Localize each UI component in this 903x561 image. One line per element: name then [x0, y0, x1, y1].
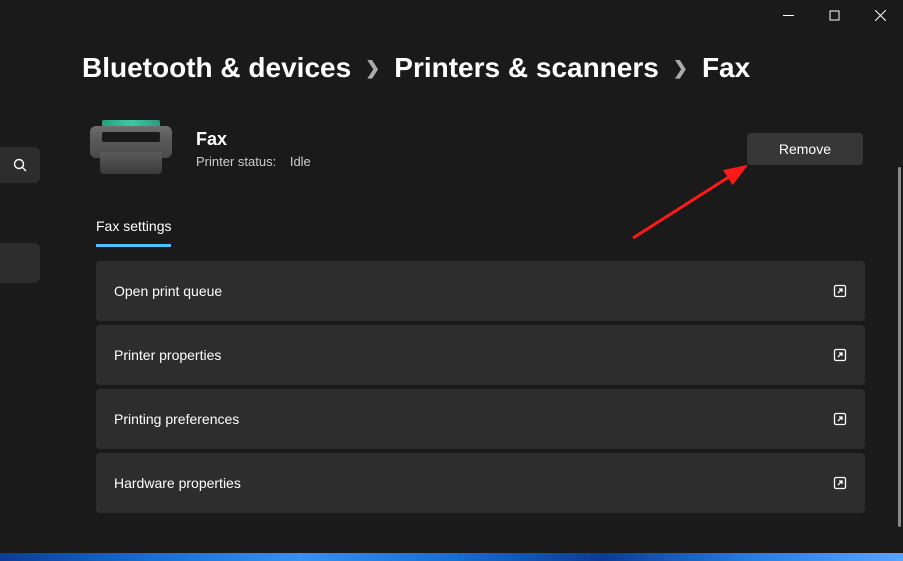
setting-printing-preferences[interactable]: Printing preferences	[96, 389, 865, 449]
nav-item[interactable]	[0, 243, 40, 283]
breadcrumb-current: Fax	[702, 52, 750, 84]
open-external-icon	[833, 476, 847, 490]
status-value: Idle	[290, 154, 311, 169]
open-external-icon	[833, 284, 847, 298]
open-external-icon	[833, 412, 847, 426]
scrollbar[interactable]	[898, 167, 901, 527]
breadcrumb-printers-scanners[interactable]: Printers & scanners	[394, 52, 659, 84]
setting-label: Hardware properties	[114, 475, 241, 491]
setting-open-print-queue[interactable]: Open print queue	[96, 261, 865, 321]
setting-label: Printing preferences	[114, 411, 239, 427]
setting-label: Open print queue	[114, 283, 222, 299]
device-header: Fax Printer status: Idle Remove	[90, 120, 865, 178]
breadcrumb-bluetooth-devices[interactable]: Bluetooth & devices	[82, 52, 351, 84]
breadcrumb: Bluetooth & devices ❯ Printers & scanner…	[82, 52, 865, 84]
status-label: Printer status:	[196, 154, 276, 169]
main-content: Bluetooth & devices ❯ Printers & scanner…	[44, 32, 903, 553]
window-titlebar	[0, 0, 903, 32]
tab-fax-settings[interactable]: Fax settings	[96, 218, 171, 247]
open-external-icon	[833, 348, 847, 362]
remove-button[interactable]: Remove	[747, 133, 863, 165]
minimize-button[interactable]	[765, 0, 811, 30]
setting-label: Printer properties	[114, 347, 221, 363]
device-status: Printer status: Idle	[196, 154, 723, 169]
left-rail	[0, 32, 44, 553]
chevron-right-icon: ❯	[673, 58, 688, 79]
chevron-right-icon: ❯	[365, 58, 380, 79]
setting-printer-properties[interactable]: Printer properties	[96, 325, 865, 385]
search-button[interactable]	[0, 147, 40, 183]
printer-icon	[90, 120, 172, 178]
settings-list: Open print queue Printer properties Prin…	[96, 261, 865, 513]
close-button[interactable]	[857, 0, 903, 30]
maximize-button[interactable]	[811, 0, 857, 30]
taskbar-strip	[0, 553, 903, 561]
setting-hardware-properties[interactable]: Hardware properties	[96, 453, 865, 513]
search-icon	[13, 158, 28, 173]
device-name: Fax	[196, 129, 723, 150]
